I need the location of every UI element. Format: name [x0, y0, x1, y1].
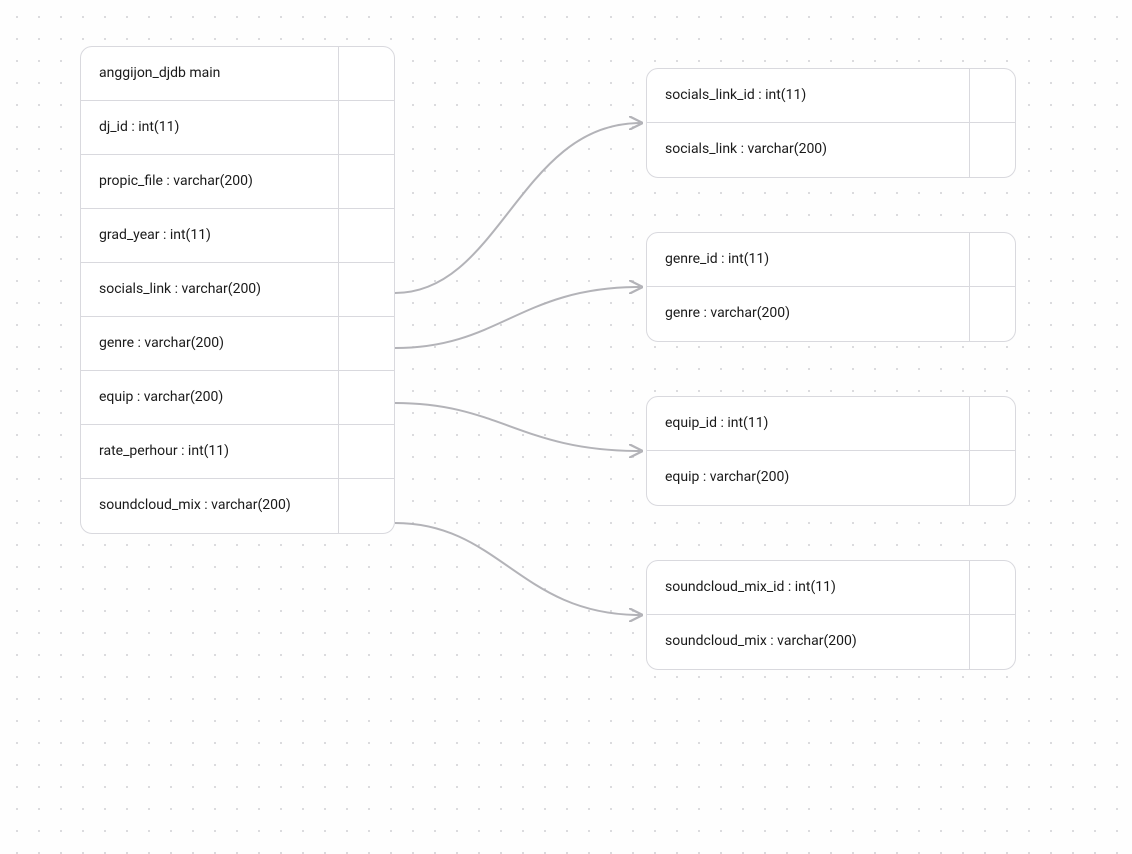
table-row[interactable]: soundcloud_mix : varchar(200) [647, 615, 1015, 669]
main-table-row[interactable]: grad_year : int(11) [81, 209, 394, 263]
field-label: socials_link : varchar(200) [647, 124, 969, 176]
field-tail[interactable] [338, 317, 394, 370]
main-table[interactable]: anggijon_djdb main dj_id : int(11) propi… [80, 46, 395, 534]
field-tail[interactable] [338, 263, 394, 316]
table-row[interactable]: genre_id : int(11) [647, 233, 1015, 287]
field-tail[interactable] [969, 615, 1015, 669]
main-table-row[interactable]: propic_file : varchar(200) [81, 155, 394, 209]
table-row[interactable]: socials_link : varchar(200) [647, 123, 1015, 177]
main-table-row[interactable]: dj_id : int(11) [81, 101, 394, 155]
main-table-row[interactable]: soundcloud_mix : varchar(200) [81, 479, 394, 533]
table-row[interactable]: equip : varchar(200) [647, 451, 1015, 505]
main-table-row[interactable]: genre : varchar(200) [81, 317, 394, 371]
table-row[interactable]: genre : varchar(200) [647, 287, 1015, 341]
field-label: rate_perhour : int(11) [81, 426, 338, 478]
main-table-row[interactable]: socials_link : varchar(200) [81, 263, 394, 317]
field-tail[interactable] [969, 287, 1015, 341]
field-tail[interactable] [338, 479, 394, 533]
field-label: socials_link : varchar(200) [81, 264, 338, 316]
field-label: grad_year : int(11) [81, 210, 338, 262]
main-table-header-tail[interactable] [338, 47, 394, 100]
field-tail[interactable] [969, 561, 1015, 614]
field-label: genre : varchar(200) [81, 318, 338, 370]
field-label: soundcloud_mix_id : int(11) [647, 562, 969, 614]
socials-table[interactable]: socials_link_id : int(11) socials_link :… [646, 68, 1016, 178]
field-label: equip : varchar(200) [647, 452, 969, 504]
field-label: propic_file : varchar(200) [81, 156, 338, 208]
genre-table[interactable]: genre_id : int(11) genre : varchar(200) [646, 232, 1016, 342]
field-tail[interactable] [338, 425, 394, 478]
field-tail[interactable] [969, 69, 1015, 122]
field-label: equip_id : int(11) [647, 398, 969, 450]
field-tail[interactable] [969, 233, 1015, 286]
field-tail[interactable] [338, 371, 394, 424]
field-label: genre_id : int(11) [647, 234, 969, 286]
main-table-row[interactable]: equip : varchar(200) [81, 371, 394, 425]
main-table-header[interactable]: anggijon_djdb main [81, 47, 394, 101]
field-label: genre : varchar(200) [647, 288, 969, 340]
field-tail[interactable] [338, 209, 394, 262]
field-tail[interactable] [338, 155, 394, 208]
soundcloud-table[interactable]: soundcloud_mix_id : int(11) soundcloud_m… [646, 560, 1016, 670]
field-tail[interactable] [338, 101, 394, 154]
table-row[interactable]: equip_id : int(11) [647, 397, 1015, 451]
field-label: dj_id : int(11) [81, 102, 338, 154]
main-table-header-label: anggijon_djdb main [81, 48, 338, 100]
field-label: soundcloud_mix : varchar(200) [647, 616, 969, 668]
field-tail[interactable] [969, 397, 1015, 450]
table-row[interactable]: soundcloud_mix_id : int(11) [647, 561, 1015, 615]
main-table-row[interactable]: rate_perhour : int(11) [81, 425, 394, 479]
field-tail[interactable] [969, 123, 1015, 177]
field-label: equip : varchar(200) [81, 372, 338, 424]
table-row[interactable]: socials_link_id : int(11) [647, 69, 1015, 123]
field-label: soundcloud_mix : varchar(200) [81, 480, 338, 532]
equip-table[interactable]: equip_id : int(11) equip : varchar(200) [646, 396, 1016, 506]
field-label: socials_link_id : int(11) [647, 70, 969, 122]
field-tail[interactable] [969, 451, 1015, 505]
